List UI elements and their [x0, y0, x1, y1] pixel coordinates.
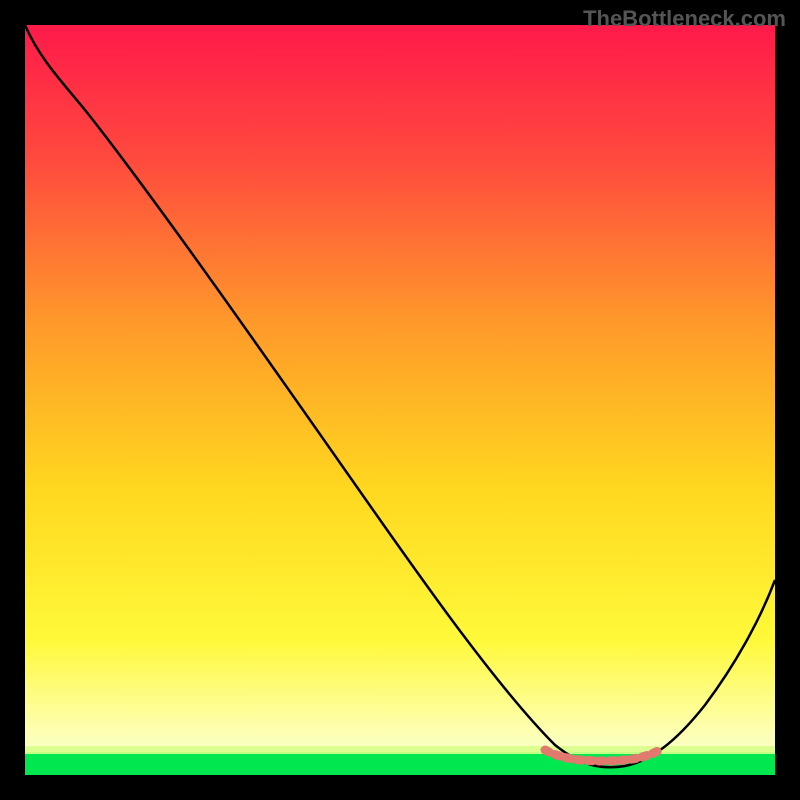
gradient-background [25, 25, 775, 775]
chart-plot-area [25, 25, 775, 775]
green-bottom-band [25, 752, 775, 775]
chart-svg [25, 25, 775, 775]
watermark-text: TheBottleneck.com [583, 6, 786, 32]
